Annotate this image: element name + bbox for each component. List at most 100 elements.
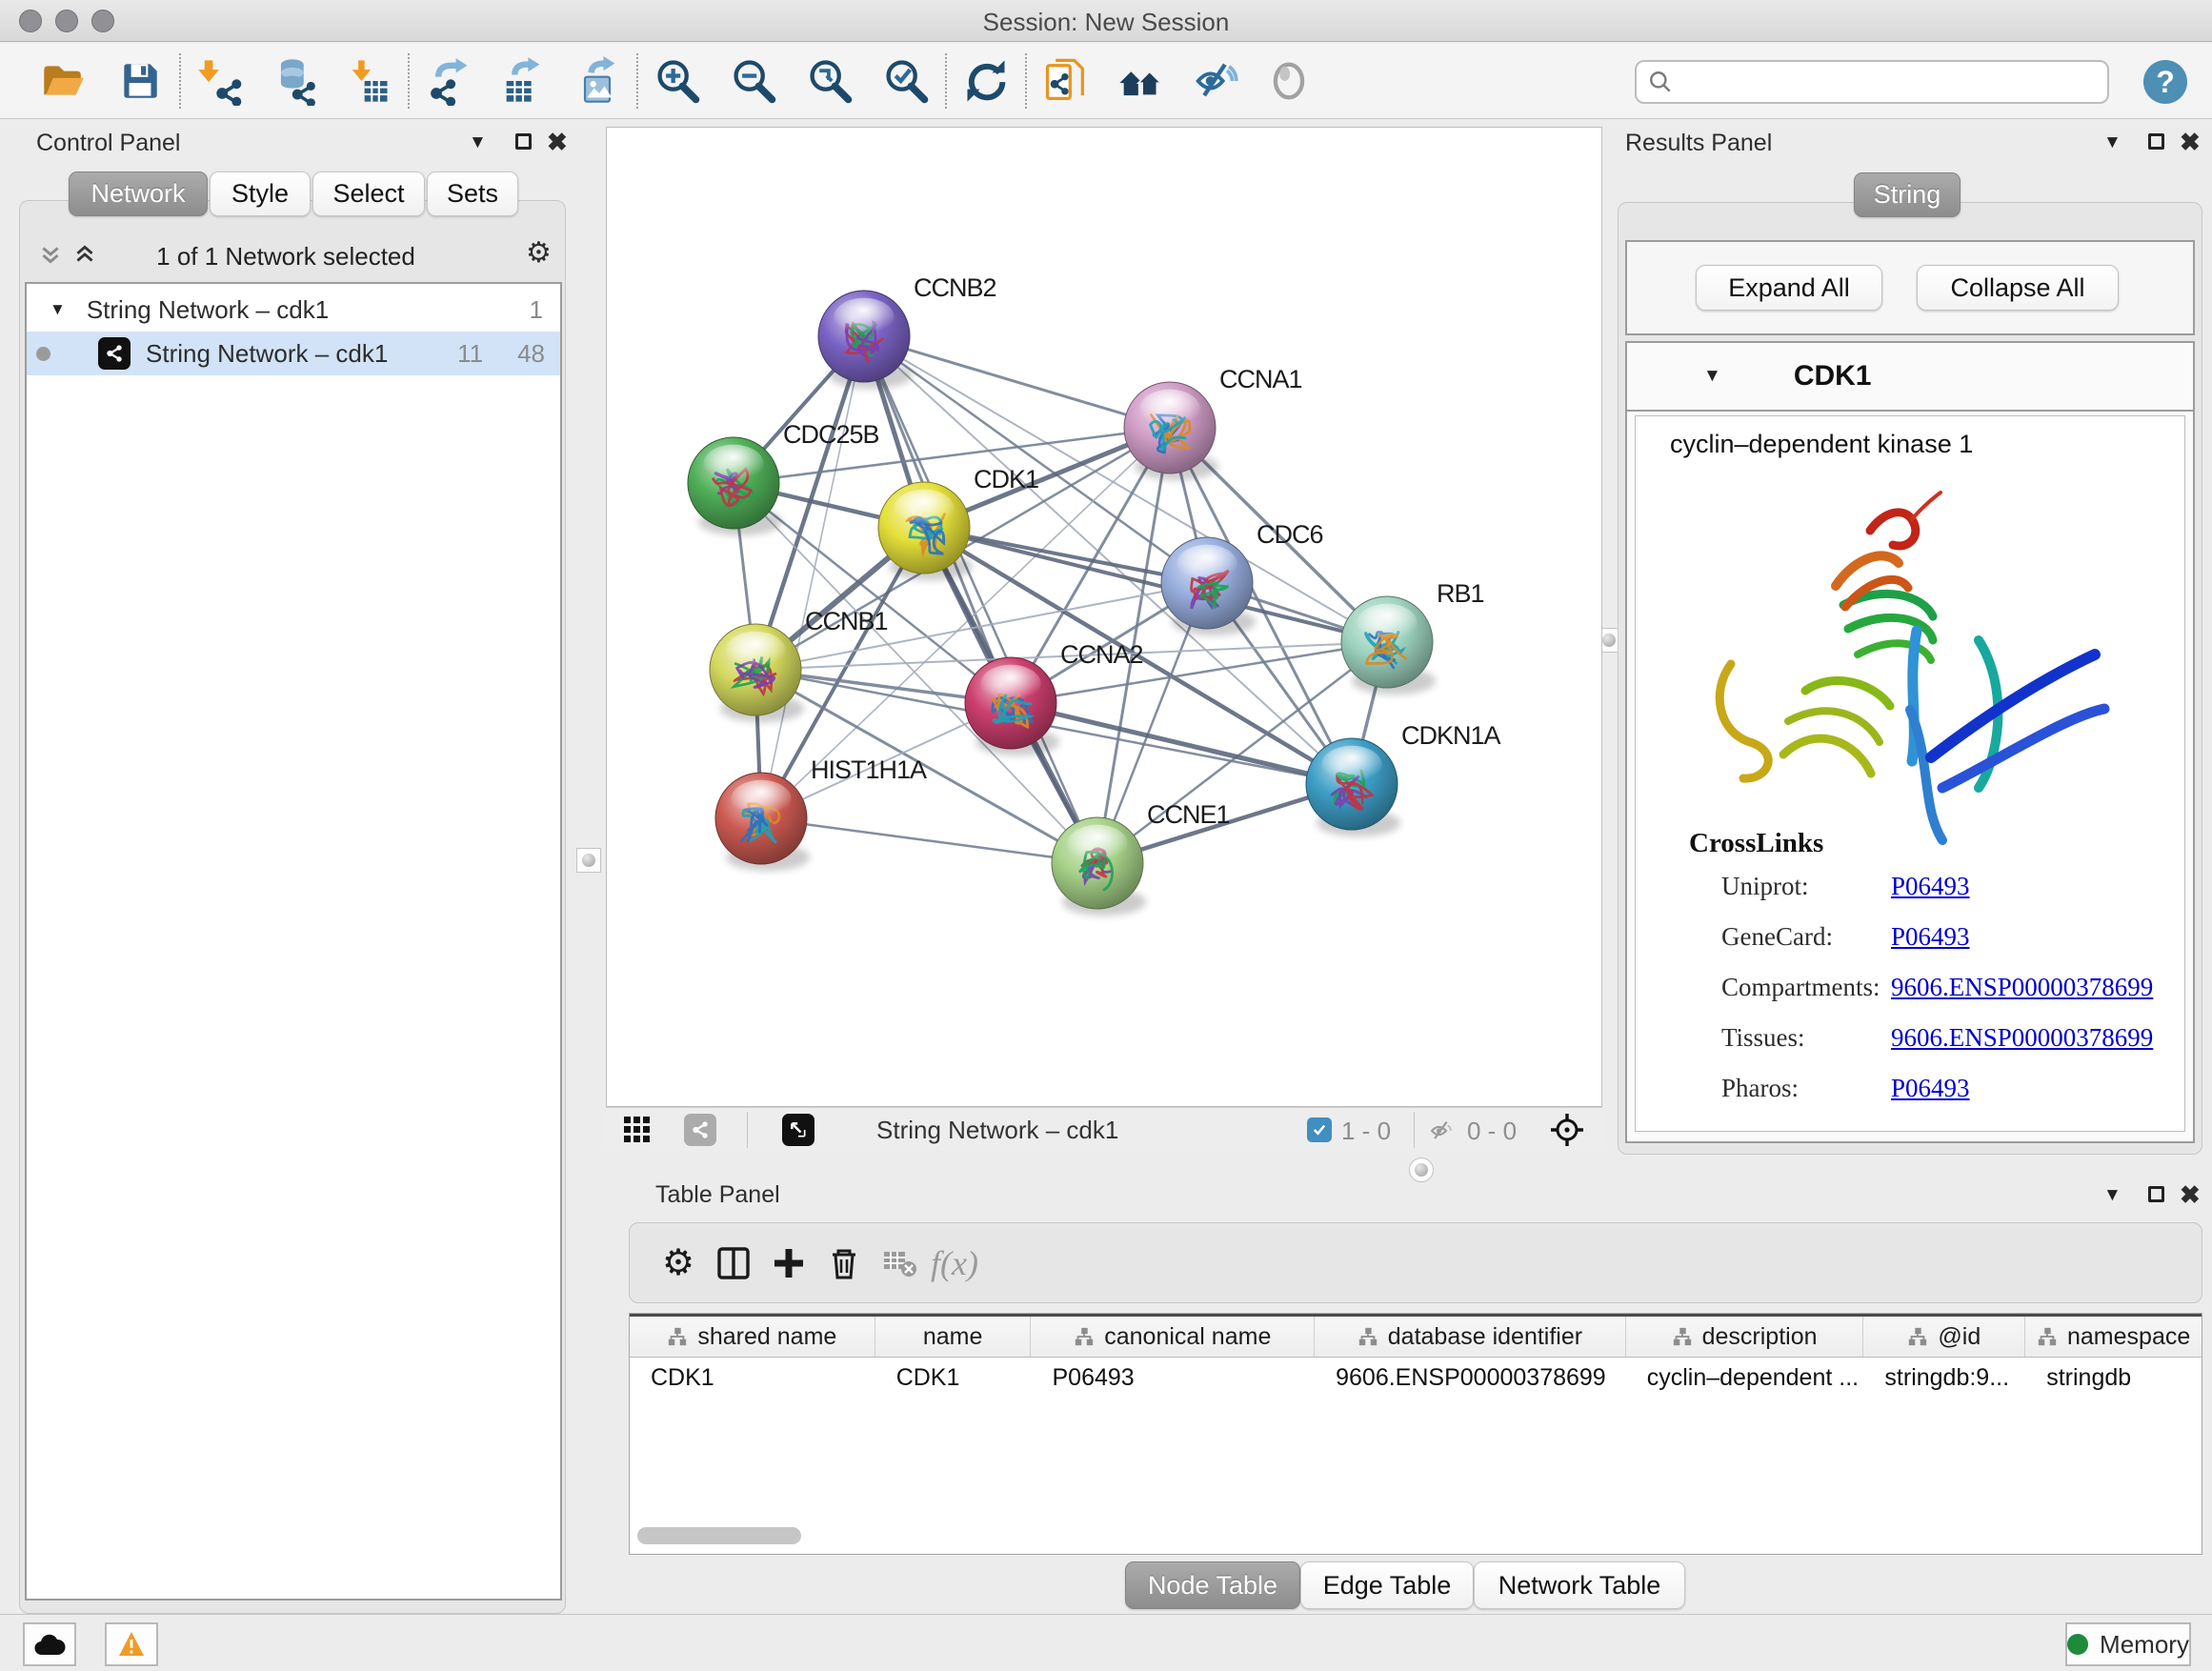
left-splitter-grip[interactable] bbox=[576, 848, 601, 873]
horizontal-splitter-grip[interactable] bbox=[1409, 1158, 1434, 1182]
network-node-CDC25B[interactable] bbox=[688, 437, 779, 529]
tab-select[interactable]: Select bbox=[312, 171, 425, 216]
help-button[interactable]: ? bbox=[2143, 60, 2187, 104]
network-node-CCNA2[interactable] bbox=[965, 657, 1056, 749]
tab-edge-table[interactable]: Edge Table bbox=[1300, 1561, 1474, 1609]
crosslink-uniprot[interactable]: P06493 bbox=[1891, 872, 1970, 901]
gene-name: CDK1 bbox=[1794, 360, 1872, 393]
crosslink-pharos[interactable]: P06493 bbox=[1891, 1074, 1970, 1103]
table-toolbar: ⚙ f(x) bbox=[629, 1222, 2202, 1303]
column-header-description[interactable]: description bbox=[1626, 1317, 1864, 1357]
zoom-out-icon[interactable] bbox=[726, 53, 781, 109]
network-node-CCNB2[interactable] bbox=[818, 291, 910, 382]
export-network-icon[interactable] bbox=[421, 53, 476, 109]
network-node-CDC6[interactable] bbox=[1161, 537, 1253, 629]
tab-string[interactable]: String bbox=[1854, 172, 1961, 217]
column-header-name[interactable]: name bbox=[875, 1317, 1032, 1357]
zoom-selected-icon[interactable] bbox=[878, 53, 934, 109]
results-panel-menu-icon[interactable]: ▼ bbox=[2103, 132, 2122, 153]
table-panel-menu-icon[interactable]: ▼ bbox=[2103, 1185, 2122, 1206]
show-all-icon[interactable] bbox=[1261, 53, 1317, 109]
tab-sets[interactable]: Sets bbox=[427, 171, 518, 216]
column-header-shared-name[interactable]: shared name bbox=[630, 1317, 875, 1357]
selected-checkbox[interactable] bbox=[1307, 1117, 1332, 1142]
crosslink-compartments[interactable]: 9606.ENSP00000378699 bbox=[1891, 973, 2153, 1002]
new-network-from-selection-icon[interactable] bbox=[1038, 53, 1094, 109]
expand-all-button[interactable]: Expand All bbox=[1696, 265, 1882, 311]
table-panel-float-icon[interactable] bbox=[2148, 1186, 2164, 1202]
network-tree-root-row[interactable]: ▼ String Network – cdk1 1 bbox=[27, 288, 560, 332]
network-canvas[interactable]: CCNB2CCNA1CDC25BCDK1CDC6RB1CCNB1CCNA2CDK… bbox=[606, 127, 1602, 1107]
network-node-CCNE1[interactable] bbox=[1052, 817, 1143, 909]
tab-node-table[interactable]: Node Table bbox=[1125, 1561, 1300, 1609]
import-table-icon[interactable] bbox=[341, 53, 396, 109]
string-network-graph[interactable]: CCNB2CCNA1CDC25BCDK1CDC6RB1CCNB1CCNA2CDK… bbox=[607, 128, 1603, 1108]
search-input[interactable] bbox=[1682, 68, 2096, 96]
tab-network[interactable]: Network bbox=[69, 171, 208, 216]
column-header-canonical-name[interactable]: canonical name bbox=[1031, 1317, 1315, 1357]
control-panel-menu-icon[interactable]: ▼ bbox=[469, 132, 487, 153]
network-node-CCNB1[interactable] bbox=[710, 624, 801, 715]
control-panel-float-icon[interactable] bbox=[515, 133, 532, 150]
hide-selected-icon[interactable] bbox=[1187, 53, 1242, 109]
function-builder-icon[interactable]: f(x) bbox=[927, 1236, 982, 1291]
collapse-all-button[interactable]: Collapse All bbox=[1917, 265, 2119, 311]
gene-section-header[interactable]: ▼ CDK1 bbox=[1627, 343, 2193, 412]
manage-columns-icon[interactable] bbox=[706, 1236, 761, 1291]
network-options-gear-icon[interactable]: ⚙ bbox=[526, 236, 552, 270]
cloud-status-button[interactable] bbox=[23, 1622, 76, 1666]
table-settings-gear-icon[interactable]: ⚙ bbox=[651, 1236, 706, 1291]
export-image-icon[interactable] bbox=[570, 53, 625, 109]
memory-button[interactable]: Memory bbox=[2065, 1622, 2191, 1666]
table-row[interactable]: CDK1 CDK1 P06493 9606.ENSP00000378699 cy… bbox=[630, 1358, 2202, 1398]
birds-eye-view-icon[interactable] bbox=[782, 1114, 814, 1146]
first-neighbors-icon[interactable] bbox=[1113, 53, 1168, 109]
gene-collapse-icon[interactable]: ▼ bbox=[1703, 366, 1721, 387]
grid-view-icon[interactable] bbox=[623, 1116, 652, 1149]
save-session-icon[interactable] bbox=[112, 53, 168, 109]
network-edges bbox=[734, 336, 1387, 863]
open-file-icon[interactable] bbox=[34, 53, 90, 109]
network-tree-row-selected[interactable]: String Network – cdk1 11 48 bbox=[27, 332, 560, 375]
export-table-icon[interactable] bbox=[495, 53, 551, 109]
cell-id: stringdb:9... bbox=[1863, 1358, 2025, 1398]
network-node-RB1[interactable] bbox=[1341, 596, 1433, 688]
network-node-label: CCNE1 bbox=[1147, 800, 1230, 829]
results-panel-float-icon[interactable] bbox=[2148, 133, 2164, 150]
network-type-icon bbox=[98, 337, 131, 370]
delete-column-icon[interactable] bbox=[816, 1236, 872, 1291]
network-selection-status: 1 of 1 Network selected bbox=[0, 242, 572, 272]
search-field[interactable] bbox=[1635, 60, 2109, 104]
crosslink-label: Compartments: bbox=[1721, 973, 1880, 1002]
import-network-database-icon[interactable] bbox=[267, 53, 322, 109]
tree-collapse-icon[interactable]: ▼ bbox=[50, 300, 66, 319]
zoom-fit-icon[interactable] bbox=[802, 53, 857, 109]
delete-table-icon[interactable] bbox=[872, 1236, 927, 1291]
crosshair-icon[interactable] bbox=[1549, 1112, 1585, 1153]
network-node-HIST1H1A[interactable] bbox=[715, 773, 807, 864]
tab-network-table[interactable]: Network Table bbox=[1474, 1561, 1685, 1609]
crosslink-genecard[interactable]: P06493 bbox=[1891, 922, 1970, 952]
network-node-CDK1[interactable] bbox=[878, 482, 970, 574]
apply-layout-icon[interactable] bbox=[958, 53, 1014, 109]
tab-style[interactable]: Style bbox=[210, 171, 311, 216]
gene-description: cyclin–dependent kinase 1 bbox=[1670, 430, 1973, 459]
network-node-CCNA1[interactable] bbox=[1124, 382, 1216, 473]
results-panel-close-icon[interactable]: ✖ bbox=[2180, 128, 2201, 157]
control-panel-close-icon[interactable]: ✖ bbox=[547, 128, 568, 157]
hidden-eye-icon[interactable] bbox=[1427, 1117, 1456, 1150]
table-horizontal-scrollbar[interactable] bbox=[637, 1527, 801, 1544]
column-header-namespace[interactable]: namespace bbox=[2025, 1317, 2202, 1357]
add-column-icon[interactable] bbox=[761, 1236, 816, 1291]
zoom-in-icon[interactable] bbox=[650, 53, 705, 109]
network-node-CDKN1A[interactable] bbox=[1306, 738, 1398, 830]
column-header-id[interactable]: @id bbox=[1863, 1317, 2025, 1357]
column-tree-icon bbox=[1357, 1326, 1378, 1347]
crosslink-tissues[interactable]: 9606.ENSP00000378699 bbox=[1891, 1023, 2153, 1053]
import-network-file-icon[interactable] bbox=[192, 53, 248, 109]
share-view-icon[interactable] bbox=[684, 1114, 716, 1146]
column-header-database-identifier[interactable]: database identifier bbox=[1315, 1317, 1626, 1357]
warnings-button[interactable] bbox=[105, 1622, 158, 1666]
node-gloss-highlight bbox=[894, 490, 954, 528]
table-panel-close-icon[interactable]: ✖ bbox=[2180, 1180, 2201, 1210]
